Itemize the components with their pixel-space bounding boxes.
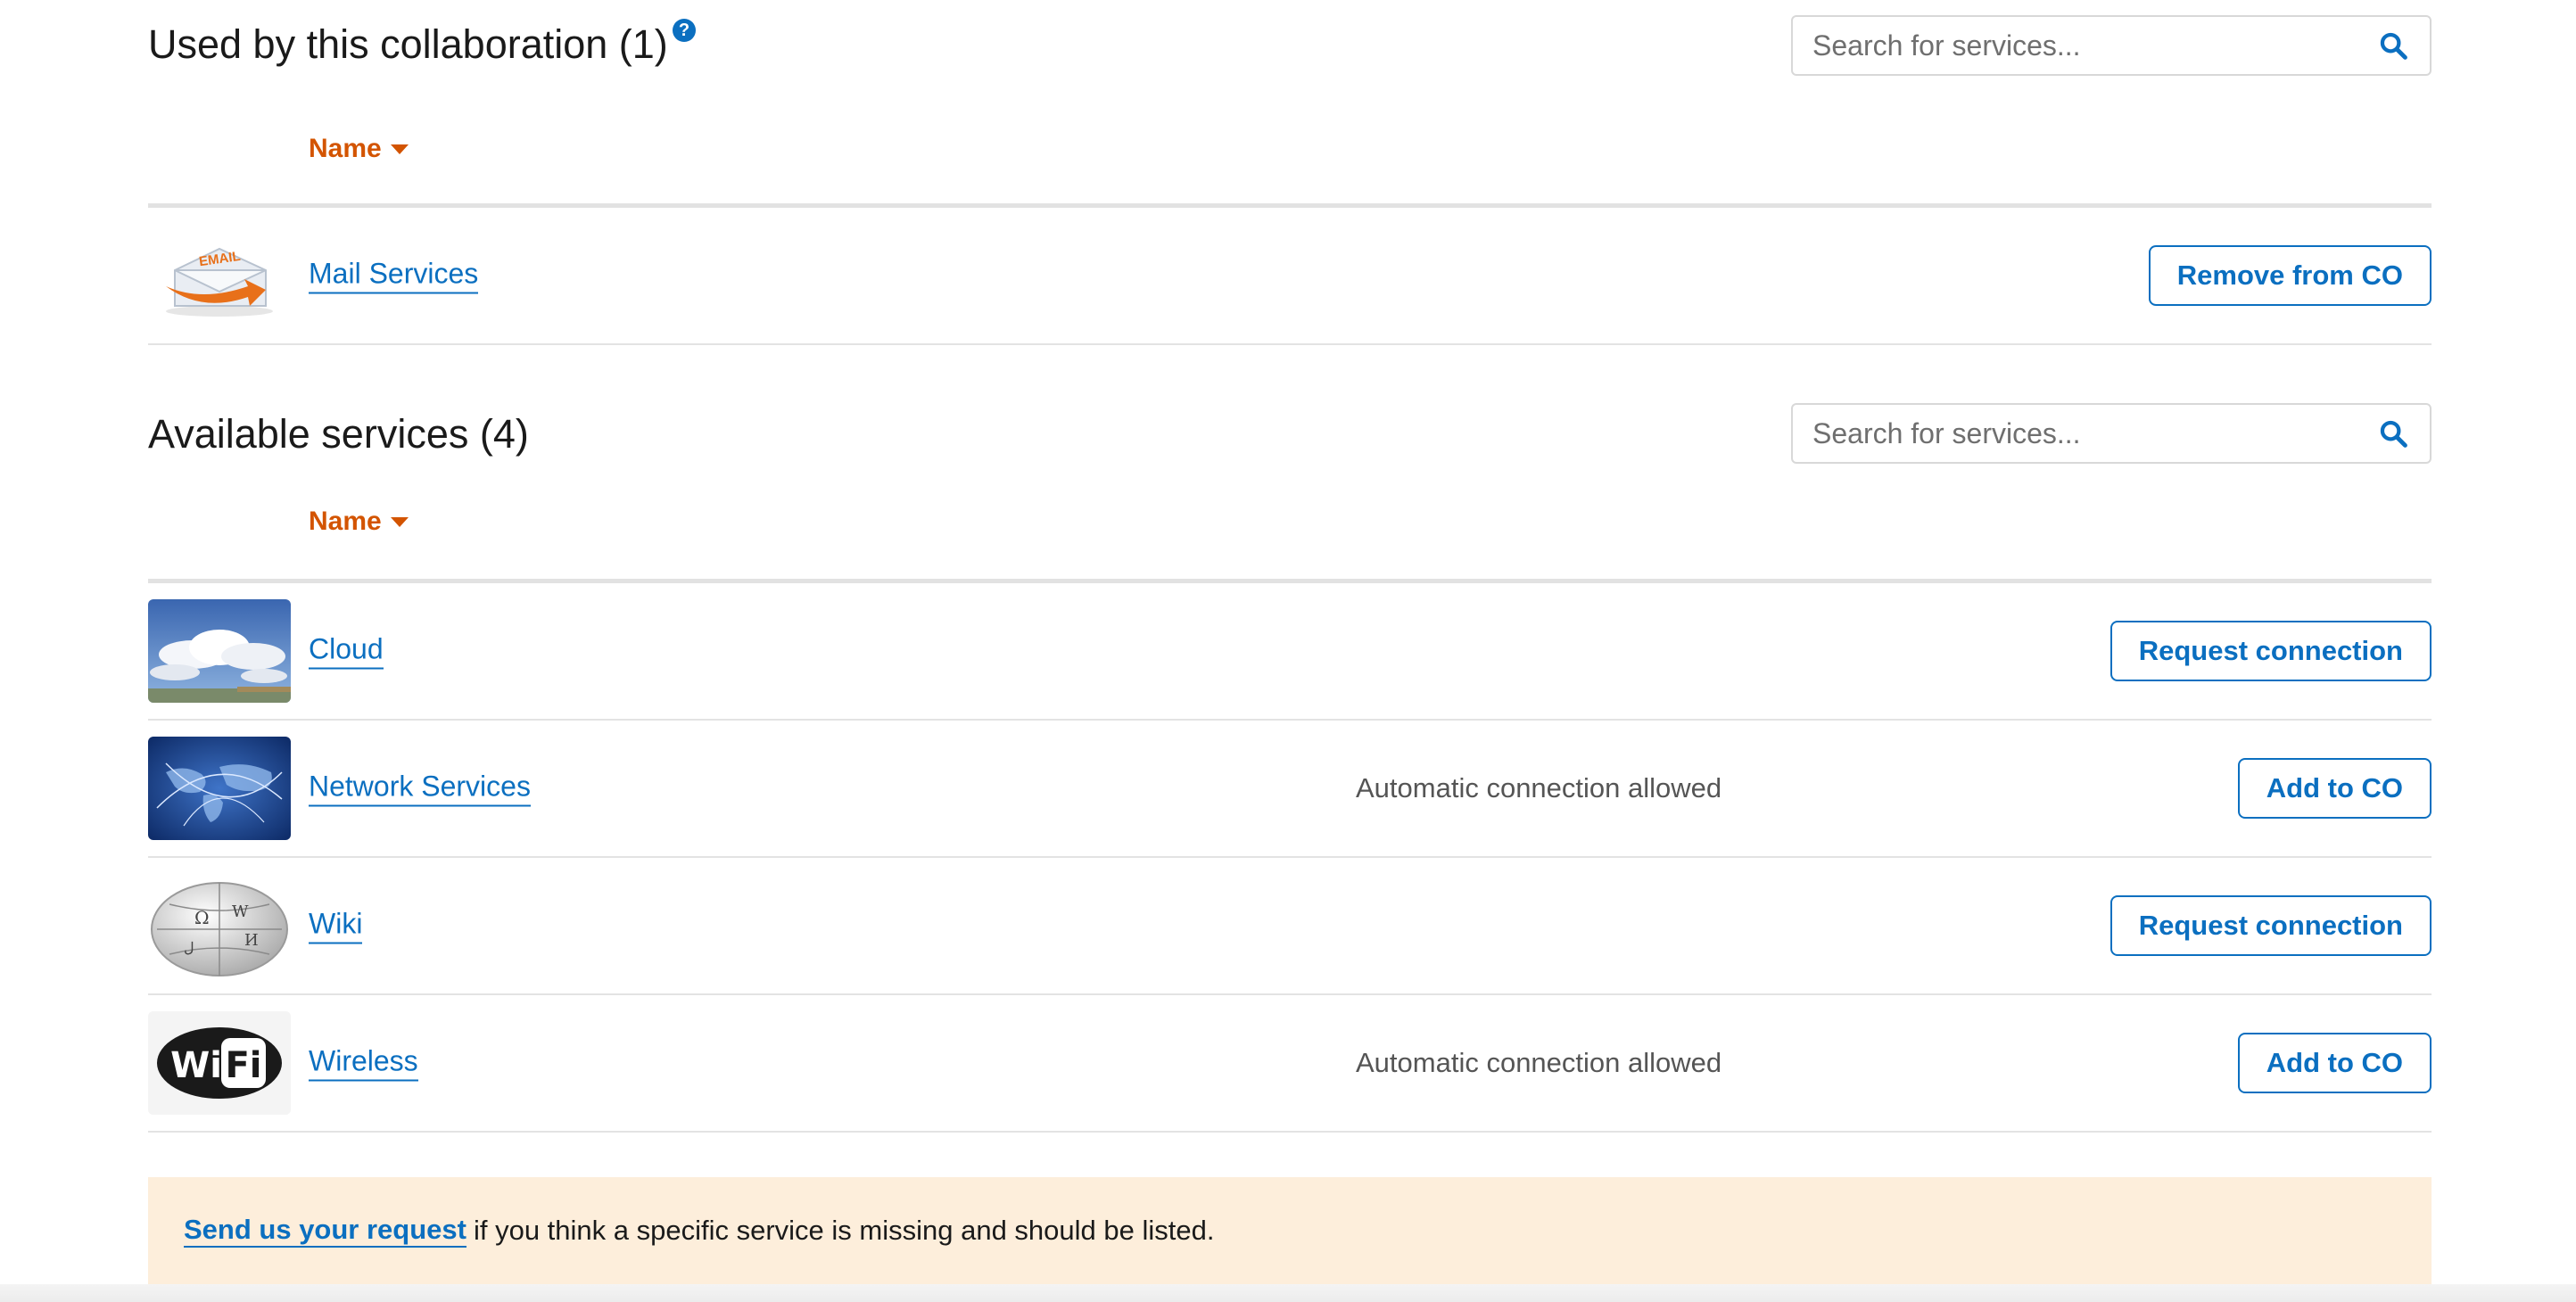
automatic-connection-note: Automatic connection allowed <box>1356 772 1722 803</box>
sort-label: Name <box>309 507 382 536</box>
send-request-link[interactable]: Send us your request <box>184 1214 466 1248</box>
table-row: Network Services Automatic connection al… <box>148 721 2432 858</box>
request-connection-button[interactable]: Request connection <box>2110 895 2432 956</box>
notice-text: if you think a specific service is missi… <box>473 1215 1215 1246</box>
table-row: Wi Fi Wireless Automatic connection allo… <box>148 995 2432 1133</box>
table-row: Ω W И ل Wiki Request connection <box>148 858 2432 995</box>
service-link-mail-services[interactable]: Mail Services <box>309 258 479 294</box>
missing-service-notice: Send us your request if you think a spec… <box>148 1177 2432 1284</box>
sort-by-name-button[interactable]: Name <box>309 134 409 164</box>
search-icon[interactable] <box>2371 411 2415 456</box>
page-bottom-edge <box>0 1284 2576 1302</box>
available-table-header: Name <box>148 465 2432 583</box>
available-search-box <box>1791 403 2432 464</box>
email-icon: EMAIL <box>148 224 291 327</box>
service-link-network-services[interactable]: Network Services <box>309 770 531 807</box>
remove-from-co-button[interactable]: Remove from CO <box>2148 245 2432 306</box>
sort-caret-icon <box>390 516 409 527</box>
svg-text:ل: ل <box>184 939 194 956</box>
services-panel: Used by this collaboration (1) ? Name EM… <box>148 0 2432 1133</box>
svg-text:W: W <box>232 902 249 921</box>
table-row: Cloud Request connection <box>148 583 2432 721</box>
used-table-header: Name <box>148 95 2432 208</box>
svg-text:Fi: Fi <box>225 1045 261 1086</box>
available-search-input[interactable] <box>1793 405 2371 462</box>
add-to-co-button[interactable]: Add to CO <box>2237 758 2432 819</box>
svg-text:Wi: Wi <box>170 1045 222 1086</box>
sort-by-name-button[interactable]: Name <box>309 507 409 537</box>
sort-label: Name <box>309 134 382 163</box>
svg-text:Ω: Ω <box>194 907 210 928</box>
used-search-input[interactable] <box>1793 17 2371 74</box>
wikipedia-globe-logo: Ω W И ل <box>148 874 291 977</box>
sort-caret-icon <box>390 144 409 154</box>
world-network-image <box>148 737 291 840</box>
search-icon[interactable] <box>2371 23 2415 68</box>
add-to-co-button[interactable]: Add to CO <box>2237 1033 2432 1093</box>
available-section-title: Available services (4) <box>148 411 529 457</box>
help-icon[interactable]: ? <box>673 19 696 42</box>
service-link-cloud[interactable]: Cloud <box>309 633 384 670</box>
used-section-title: Used by this collaboration (1) <box>148 21 668 67</box>
request-connection-button[interactable]: Request connection <box>2110 621 2432 681</box>
cloud-photo <box>148 599 291 703</box>
table-row: EMAIL Mail Services Remove from CO <box>148 208 2432 345</box>
automatic-connection-note: Automatic connection allowed <box>1356 1047 1722 1078</box>
service-link-wireless[interactable]: Wireless <box>309 1045 418 1082</box>
wifi-logo: Wi Fi <box>148 1011 291 1115</box>
service-link-wiki[interactable]: Wiki <box>309 908 363 944</box>
svg-text:И: И <box>244 931 259 950</box>
used-search-box <box>1791 15 2432 76</box>
used-section-header: Used by this collaboration (1) ? <box>148 0 2432 95</box>
